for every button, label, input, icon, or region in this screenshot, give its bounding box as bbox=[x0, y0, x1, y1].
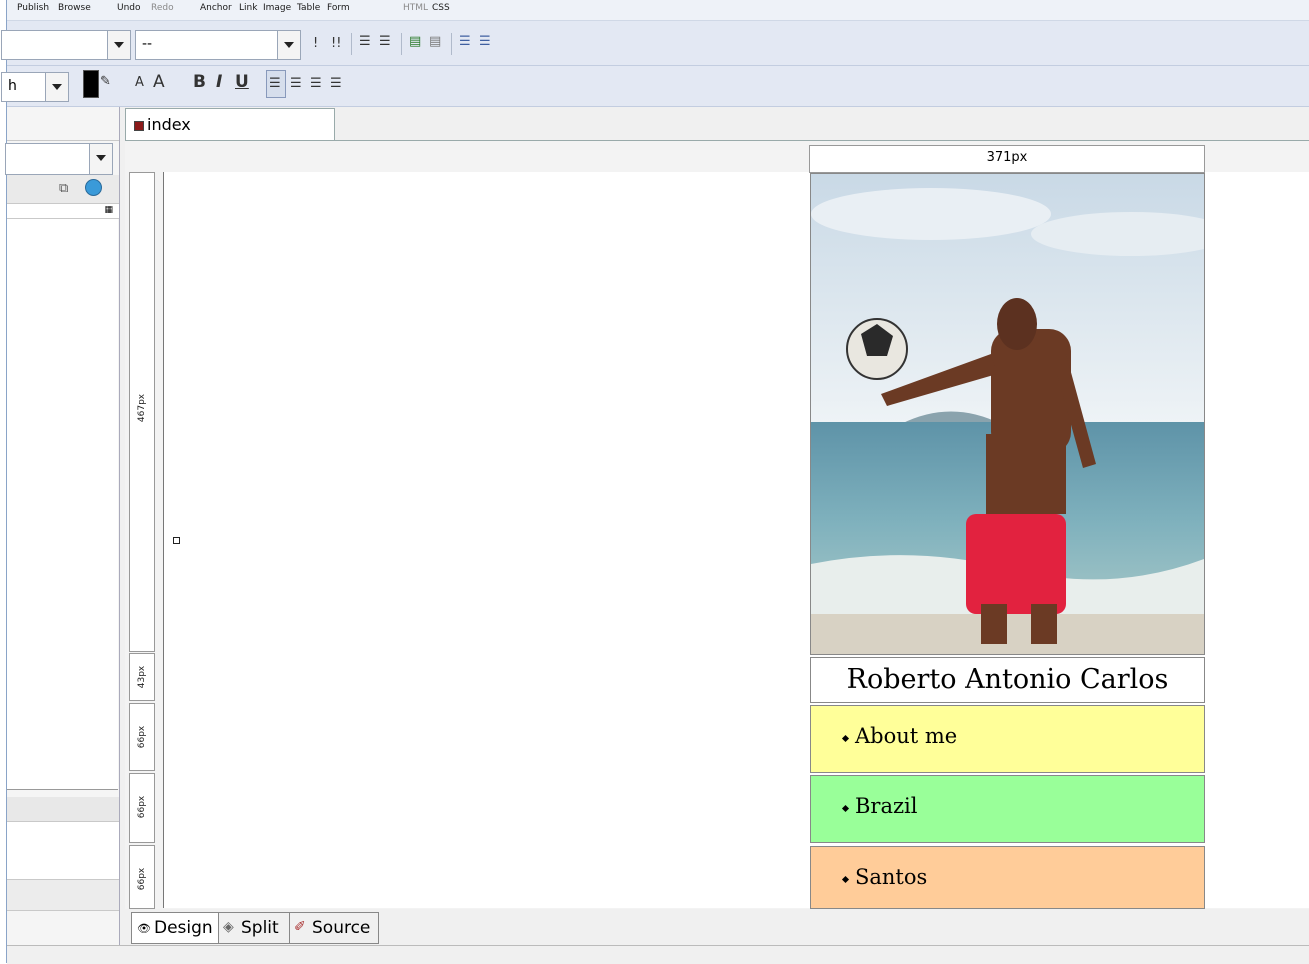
menu-form[interactable]: Form bbox=[327, 3, 350, 13]
menu-image[interactable]: Image bbox=[263, 3, 291, 13]
style-select[interactable] bbox=[1, 30, 131, 60]
tab-split-label: Split bbox=[241, 918, 279, 938]
row-ruler: 467px bbox=[129, 172, 155, 652]
status-bar bbox=[7, 945, 1309, 964]
side-panel-select[interactable] bbox=[5, 143, 113, 175]
align-left-icon: ☰ bbox=[269, 76, 281, 91]
chevron-down-icon[interactable] bbox=[89, 144, 112, 174]
row-ruler: 66px bbox=[129, 703, 155, 771]
side-panel: ⧉ ▦ bbox=[5, 107, 120, 963]
pencil-icon[interactable]: ✎ bbox=[100, 74, 111, 89]
heading-select[interactable]: -- bbox=[135, 30, 301, 60]
bold-button[interactable]: B bbox=[193, 72, 206, 92]
profile-photo[interactable] bbox=[810, 173, 1205, 655]
chevron-down-icon[interactable] bbox=[277, 31, 300, 59]
ordered-list-icon[interactable]: ☰ bbox=[359, 34, 371, 49]
tab-split[interactable]: ◈ Split bbox=[218, 912, 290, 944]
emphasis-icon[interactable]: ! bbox=[313, 36, 318, 51]
bullet-icon bbox=[841, 734, 850, 743]
row-height-label: 66px bbox=[137, 795, 147, 819]
row-height-label: 66px bbox=[137, 725, 147, 749]
align-right-icon[interactable]: ☰ bbox=[310, 76, 322, 91]
anchor-marker[interactable] bbox=[173, 537, 180, 544]
tab-index-label: index bbox=[147, 115, 191, 134]
source-code-icon: ✐ bbox=[294, 919, 306, 935]
side-panel-footer bbox=[7, 880, 119, 911]
nav-item-label: Brazil bbox=[855, 794, 918, 818]
heading-select-value: -- bbox=[142, 36, 153, 52]
side-panel-list-header: ▦ bbox=[7, 204, 119, 219]
block-quote-icon[interactable]: ☰ bbox=[479, 34, 491, 49]
menu-css[interactable]: CSS bbox=[432, 3, 450, 13]
copy-icon[interactable]: ⧉ bbox=[59, 181, 68, 196]
chevron-down-icon[interactable] bbox=[45, 73, 68, 101]
editor-window: Publish Browse Undo Redo Anchor Link Ima… bbox=[1, 0, 1309, 964]
menu-table[interactable]: Table bbox=[297, 3, 320, 13]
bullet-icon bbox=[841, 875, 850, 884]
align-center-icon[interactable]: ☰ bbox=[290, 76, 302, 91]
nav-item-brazil[interactable]: Brazil bbox=[810, 775, 1205, 843]
bullet-icon bbox=[841, 804, 850, 813]
menu-html[interactable]: HTML bbox=[403, 3, 428, 13]
column-width-label: 371px bbox=[986, 150, 1028, 165]
nav-item-about-me[interactable]: About me bbox=[810, 705, 1205, 773]
tab-index[interactable]: index bbox=[125, 108, 335, 141]
row-height-label: 43px bbox=[137, 665, 147, 689]
tab-design-label: Design bbox=[154, 918, 213, 938]
italic-button[interactable]: I bbox=[216, 72, 222, 92]
row-ruler: 66px bbox=[129, 773, 155, 843]
tab-design[interactable]: 👁 Design bbox=[131, 912, 219, 944]
page-title: Roberto Antonio Carlos bbox=[846, 664, 1169, 695]
menu-anchor[interactable]: Anchor bbox=[200, 3, 232, 13]
horizontal-rule-icon[interactable]: ☰ bbox=[459, 34, 471, 49]
chevron-down-icon[interactable] bbox=[107, 31, 130, 59]
row-height-label: 66px bbox=[137, 867, 147, 891]
menu-publish[interactable]: Publish bbox=[17, 3, 49, 13]
beach-photo bbox=[811, 174, 1204, 654]
nav-item-label: About me bbox=[855, 724, 958, 748]
split-view-icon: ◈ bbox=[223, 919, 234, 935]
side-panel-header bbox=[7, 107, 119, 141]
tab-source[interactable]: ✐ Source bbox=[289, 912, 379, 944]
name-heading-cell[interactable]: Roberto Antonio Carlos bbox=[810, 657, 1205, 703]
menu-bar: Publish Browse Undo Redo Anchor Link Ima… bbox=[7, 0, 1309, 21]
globe-icon[interactable] bbox=[85, 179, 102, 196]
format-toolbar: -- ! !! ☰ ☰ ▤ ▤ ☰ ☰ bbox=[1, 21, 1309, 66]
unordered-list-icon[interactable]: ☰ bbox=[379, 34, 391, 49]
strong-emphasis-icon[interactable]: !! bbox=[331, 36, 341, 51]
row-height-label: 467px bbox=[137, 393, 147, 423]
side-panel-section bbox=[7, 797, 119, 822]
text-color-swatch[interactable] bbox=[83, 70, 99, 98]
font-size-up-icon[interactable]: A bbox=[153, 72, 165, 92]
html-file-icon bbox=[134, 121, 144, 131]
row-ruler: 66px bbox=[129, 845, 155, 909]
menu-link[interactable]: Link bbox=[239, 3, 257, 13]
underline-button[interactable]: U bbox=[235, 72, 249, 92]
toolbar-separator bbox=[401, 33, 402, 55]
side-panel-toolbar: ⧉ bbox=[7, 175, 119, 204]
align-left-button[interactable]: ☰ bbox=[266, 70, 286, 98]
column-picker-icon[interactable]: ▦ bbox=[104, 205, 113, 215]
align-justify-icon[interactable]: ☰ bbox=[330, 76, 342, 91]
menu-undo[interactable]: Undo bbox=[117, 3, 141, 13]
nav-item-santos[interactable]: Santos bbox=[810, 846, 1205, 909]
font-size-down-icon[interactable]: A bbox=[135, 75, 144, 90]
nav-item-label: Santos bbox=[855, 865, 928, 889]
side-panel-list bbox=[7, 219, 118, 790]
column-width-ruler: 371px bbox=[809, 145, 1205, 173]
text-toolbar: h ✎ A A B I U ☰ ☰ ☰ ☰ bbox=[1, 66, 1309, 107]
font-select[interactable]: h bbox=[1, 72, 69, 102]
menu-redo[interactable]: Redo bbox=[151, 3, 174, 13]
indent-icon[interactable]: ▤ bbox=[409, 34, 421, 49]
eye-icon: 👁 bbox=[137, 922, 151, 935]
menu-browse[interactable]: Browse bbox=[58, 3, 91, 13]
row-ruler: 43px bbox=[129, 653, 155, 701]
toolbar-separator bbox=[451, 33, 452, 55]
side-panel-properties bbox=[7, 822, 119, 880]
toolbar-separator bbox=[351, 33, 352, 55]
tab-source-label: Source bbox=[312, 918, 371, 938]
outdent-icon[interactable]: ▤ bbox=[429, 34, 441, 49]
